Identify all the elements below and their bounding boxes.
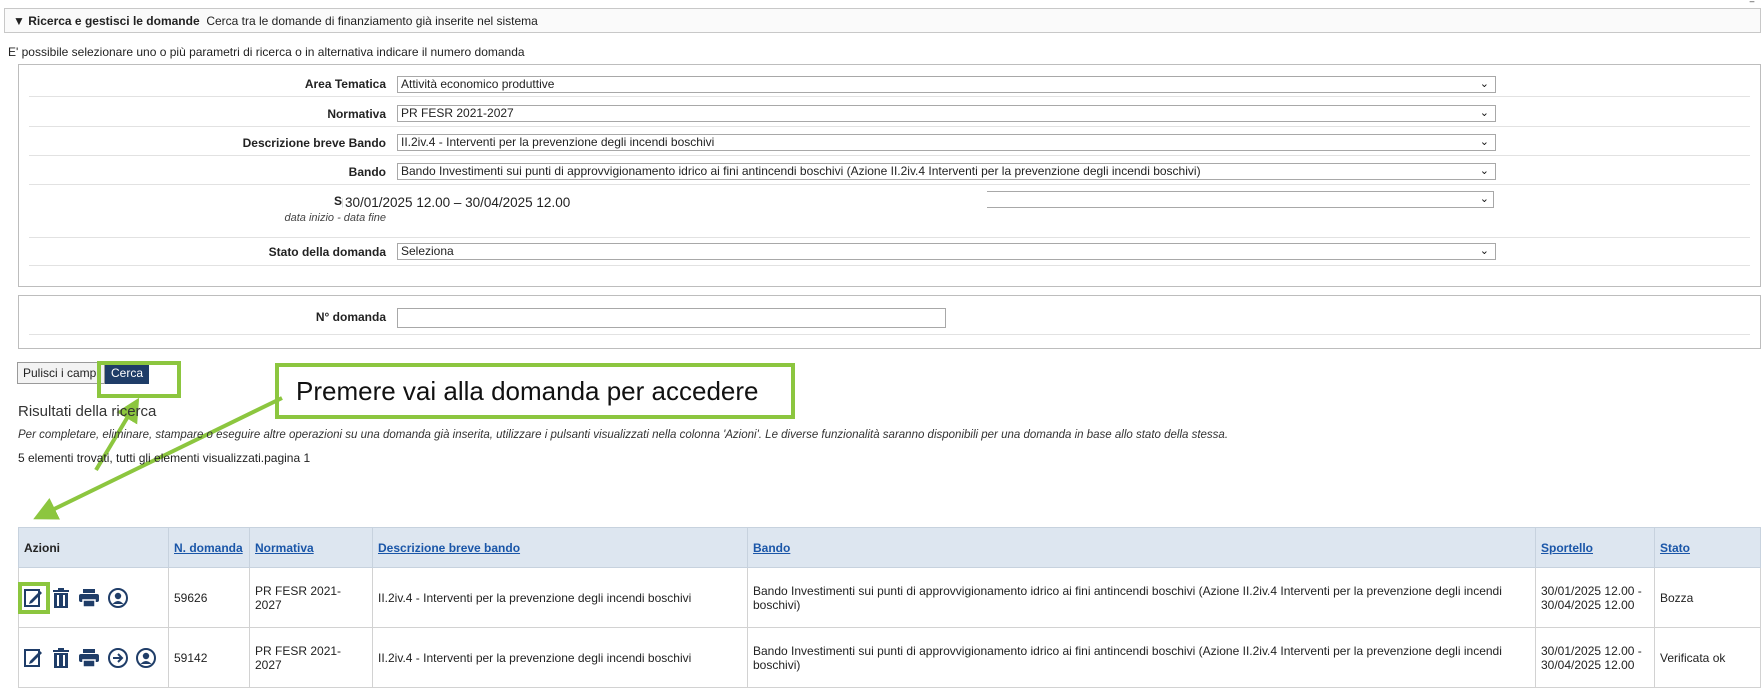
table-header-row: Azioni N. domanda Normativa Descrizione … (18, 527, 1761, 568)
arrow-right-icon[interactable] (108, 647, 128, 668)
table-row: 59626 PR FESR 2021-2027 II.2iv.4 - Inter… (18, 567, 1761, 628)
edit-icon[interactable] (18, 581, 50, 614)
cell-stato: Verificata ok (1654, 627, 1761, 688)
cell-stato: Bozza (1654, 567, 1761, 628)
col-descrizione[interactable]: Descrizione breve bando (372, 527, 748, 568)
col-sportello-link[interactable]: Sportello (1541, 541, 1593, 555)
cell-descrizione: II.2iv.4 - Interventi per la prevenzione… (372, 627, 748, 688)
col-descrizione-link[interactable]: Descrizione breve bando (378, 541, 520, 555)
print-icon[interactable] (78, 588, 100, 607)
cell-normativa: PR FESR 2021-2027 (249, 567, 373, 628)
user-icon[interactable] (108, 587, 128, 608)
col-bando-link[interactable]: Bando (753, 541, 790, 555)
col-normativa-link[interactable]: Normativa (255, 541, 314, 555)
edit-icon[interactable] (24, 648, 44, 668)
results-note: Per completare, eliminare, stampare o es… (18, 429, 1229, 441)
cell-bando: Bando Investimenti sui punti di approvvi… (747, 627, 1536, 688)
results-table: Azioni N. domanda Normativa Descrizione … (18, 527, 1761, 688)
cell-numero: 59142 (168, 627, 250, 688)
cell-descrizione: II.2iv.4 - Interventi per la prevenzione… (372, 567, 748, 628)
cell-numero: 59626 (168, 567, 250, 628)
results-heading: Risultati della ricerca (18, 403, 157, 420)
cell-normativa: PR FESR 2021-2027 (249, 627, 373, 688)
cell-bando: Bando Investimenti sui punti di approvvi… (747, 567, 1536, 628)
row-actions (18, 581, 163, 614)
col-azioni: Azioni (18, 527, 169, 568)
print-icon[interactable] (78, 648, 100, 667)
row-actions (24, 647, 163, 668)
col-bando[interactable]: Bando (747, 527, 1536, 568)
trash-icon[interactable] (52, 587, 70, 608)
cell-sportello: 30/01/2025 12.00 - 30/04/2025 12.00 (1535, 567, 1655, 628)
trash-icon[interactable] (52, 647, 70, 668)
user-icon[interactable] (136, 647, 156, 668)
col-numero-link[interactable]: N. domanda (174, 541, 243, 555)
col-stato-link[interactable]: Stato (1660, 541, 1690, 555)
table-row: 59142 PR FESR 2021-2027 II.2iv.4 - Inter… (18, 627, 1761, 688)
col-sportello[interactable]: Sportello (1535, 527, 1655, 568)
col-stato[interactable]: Stato (1654, 527, 1761, 568)
actions-cell (18, 627, 169, 688)
col-normativa[interactable]: Normativa (249, 527, 373, 568)
results-count: 5 elementi trovati, tutti gli elementi v… (18, 451, 311, 465)
actions-cell (18, 567, 169, 628)
col-numero[interactable]: N. domanda (168, 527, 250, 568)
cell-sportello: 30/01/2025 12.00 - 30/04/2025 12.00 (1535, 627, 1655, 688)
